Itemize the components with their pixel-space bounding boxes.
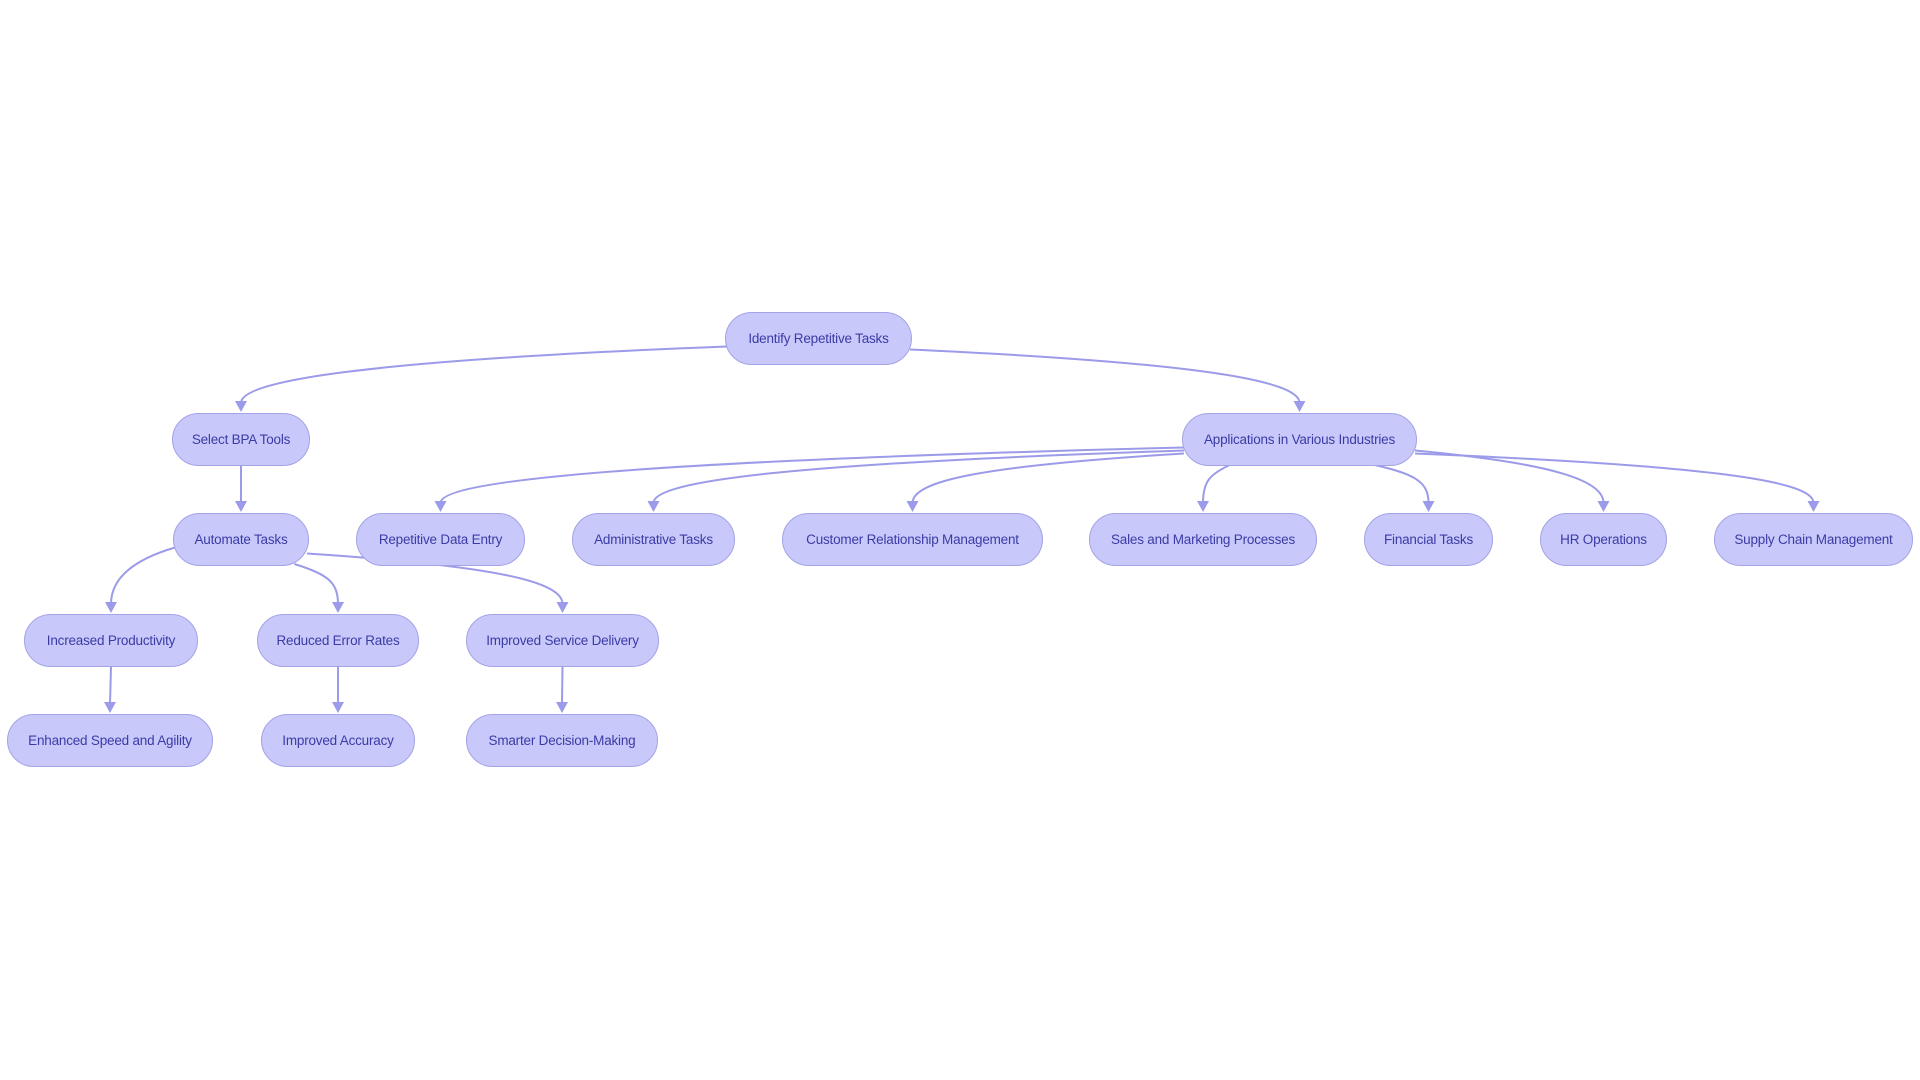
node-label: Improved Service Delivery <box>486 633 639 648</box>
edge-automate-to-productivity <box>110 546 176 605</box>
arrowhead-icon <box>235 501 247 512</box>
edge-applications-to-sales <box>1202 463 1233 504</box>
edge-identify-to-select <box>240 345 728 404</box>
edge-applications-to-supply <box>1414 452 1815 504</box>
node-label: Repetitive Data Entry <box>378 532 503 547</box>
arrowhead-icon <box>1597 501 1610 512</box>
arrowhead-icon <box>434 501 447 512</box>
node-label: Select BPA Tools <box>191 432 291 447</box>
node-label: Reduced Error Rates <box>276 633 400 648</box>
arrowhead-icon <box>647 501 660 512</box>
node-label: Financial Tasks <box>1383 532 1474 547</box>
arrowhead-icon <box>906 501 919 512</box>
node-automate-tasks[interactable]: Automate Tasks <box>173 513 309 566</box>
arrowhead-icon <box>332 602 344 613</box>
node-label: Administrative Tasks <box>594 532 713 547</box>
node-supply-chain-management[interactable]: Supply Chain Management <box>1714 513 1913 566</box>
edge-identify-to-applications <box>909 348 1301 404</box>
node-label: Identify Repetitive Tasks <box>748 331 889 346</box>
edge-automate-to-errors <box>294 563 339 605</box>
node-label: Improved Accuracy <box>282 733 394 748</box>
arrowhead-icon <box>1197 501 1209 512</box>
node-improved-accuracy[interactable]: Improved Accuracy <box>261 714 415 767</box>
node-enhanced-speed-and-agility[interactable]: Enhanced Speed and Agility <box>7 714 213 767</box>
node-financial-tasks[interactable]: Financial Tasks <box>1364 513 1493 566</box>
node-administrative-tasks[interactable]: Administrative Tasks <box>572 513 735 566</box>
node-reduced-error-rates[interactable]: Reduced Error Rates <box>257 614 419 667</box>
node-label: HR Operations <box>1560 532 1647 547</box>
node-repetitive-data-entry[interactable]: Repetitive Data Entry <box>356 513 525 566</box>
node-label: Customer Relationship Management <box>806 532 1019 547</box>
arrowhead-icon <box>235 401 247 412</box>
arrowhead-icon <box>1807 501 1820 512</box>
node-label: Enhanced Speed and Agility <box>28 733 192 748</box>
arrowhead-icon <box>1422 501 1435 512</box>
node-improved-service-delivery[interactable]: Improved Service Delivery <box>466 614 659 667</box>
node-label: Supply Chain Management <box>1734 532 1893 547</box>
arrowhead-icon <box>332 702 344 713</box>
arrowhead-icon <box>104 702 116 713</box>
node-smarter-decision-making[interactable]: Smarter Decision-Making <box>466 714 658 767</box>
node-select-bpa-tools[interactable]: Select BPA Tools <box>172 413 310 466</box>
node-label: Smarter Decision-Making <box>488 733 636 748</box>
arrowhead-icon <box>556 702 568 713</box>
node-increased-productivity[interactable]: Increased Productivity <box>24 614 198 667</box>
arrowhead-icon <box>1293 401 1306 412</box>
node-hr-operations[interactable]: HR Operations <box>1540 513 1667 566</box>
node-applications-in-various-industries[interactable]: Applications in Various Industries <box>1182 413 1417 466</box>
edge-productivity-to-speed <box>109 666 112 705</box>
node-label: Applications in Various Industries <box>1203 432 1396 447</box>
node-identify-repetitive-tasks[interactable]: Identify Repetitive Tasks <box>725 312 912 365</box>
node-label: Sales and Marketing Processes <box>1110 532 1296 547</box>
node-label: Automate Tasks <box>194 532 288 547</box>
node-customer-relationship-management[interactable]: Customer Relationship Management <box>782 513 1043 566</box>
arrowhead-icon <box>105 602 117 613</box>
node-sales-and-marketing-processes[interactable]: Sales and Marketing Processes <box>1089 513 1317 566</box>
edge-applications-to-dataentry <box>439 446 1185 504</box>
edge-applications-to-financial <box>1370 463 1430 504</box>
node-label: Increased Productivity <box>46 633 176 648</box>
arrowhead-icon <box>556 602 569 613</box>
edge-service-to-decision <box>561 666 564 705</box>
